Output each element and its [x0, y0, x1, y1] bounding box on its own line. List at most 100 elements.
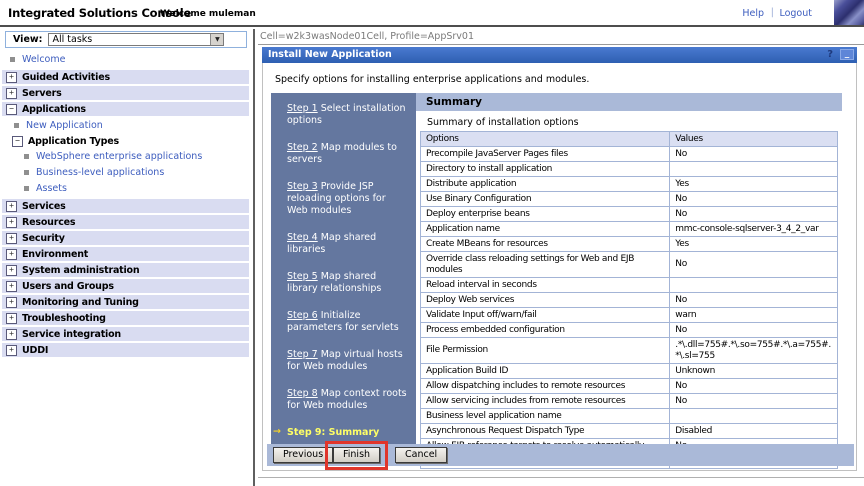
- value-cell: No: [670, 192, 838, 207]
- sidebar-section-service-integration[interactable]: + Service integration: [2, 327, 249, 341]
- chevron-down-icon[interactable]: ▼: [210, 34, 223, 45]
- sidebar-item-new-application[interactable]: New Application: [14, 120, 252, 131]
- sidebar-section-security[interactable]: +Security: [2, 231, 249, 245]
- cancel-button[interactable]: Cancel: [395, 447, 447, 463]
- expand-icon[interactable]: +: [6, 329, 17, 340]
- step-link[interactable]: Step 8: [287, 388, 318, 399]
- finish-button[interactable]: Finish: [333, 447, 380, 463]
- value-cell: warn: [670, 308, 838, 323]
- sidebar-item-label: WebSphere enterprise applications: [36, 151, 202, 162]
- sidebar-section-monitoring-and-tuning[interactable]: + Monitoring and Tuning: [2, 295, 249, 309]
- step-link[interactable]: Step 2: [287, 142, 318, 153]
- summary-row-application-name: Application namemmc-console-sqlserver-3_…: [421, 222, 838, 237]
- step-link[interactable]: Step 4: [287, 232, 318, 243]
- sidebar-section-environment[interactable]: +Environment: [2, 247, 249, 261]
- step-link[interactable]: Step 7: [287, 349, 318, 360]
- logout-link[interactable]: Logout: [779, 8, 812, 19]
- summary-row-deploy-web-services: Deploy Web servicesNo: [421, 293, 838, 308]
- wizard-footer-band: Previous Finish Cancel: [267, 444, 854, 466]
- expand-icon[interactable]: +: [6, 72, 17, 83]
- summary-subtitle: Summary of installation options: [427, 117, 579, 128]
- collapse-icon[interactable]: −: [12, 136, 23, 147]
- value-cell: Unknown: [670, 364, 838, 379]
- sidebar-item-websphere-enterprise-applications[interactable]: WebSphere enterprise applications: [24, 151, 252, 162]
- collapse-icon[interactable]: −: [6, 104, 17, 115]
- sidebar-section-guided-activities[interactable]: +Guided Activities: [2, 70, 249, 84]
- summary-row-reload-interval-in-seconds: Reload interval in seconds: [421, 278, 838, 293]
- sidebar-sections-bottom: + Services +Resources +Security +Environment…: [0, 199, 252, 357]
- summary-row-allow-servicing-includes-from-remote-resources: Allow servicing includes from remote res…: [421, 394, 838, 409]
- sidebar-section-services[interactable]: + Services: [2, 199, 249, 213]
- column-header-values: Values: [670, 132, 838, 147]
- value-cell: mmc-console-sqlserver-3_4_2_var: [670, 222, 838, 237]
- expand-icon[interactable]: +: [6, 265, 17, 276]
- summary-row-file-permission: File Permission.*\.dll=755#.*\.so=755#.*…: [421, 338, 838, 364]
- option-cell: Asynchronous Request Dispatch Type: [421, 424, 670, 439]
- summary-row-business-level-application-name: Business level application name: [421, 409, 838, 424]
- wizard-step-step-7[interactable]: Step 7 Map virtual hosts for Web modules: [287, 349, 407, 373]
- sidebar-section-system-administration[interactable]: +System administration: [2, 263, 249, 277]
- step-link[interactable]: Step 1: [287, 103, 318, 114]
- expand-icon[interactable]: +: [6, 217, 17, 228]
- expand-icon[interactable]: +: [6, 249, 17, 260]
- screen: Integrated Solutions Console Welcome mul…: [0, 0, 864, 486]
- expand-icon[interactable]: +: [6, 281, 17, 292]
- sidebar-section-troubleshooting[interactable]: + Troubleshooting: [2, 311, 249, 325]
- sidebar-item-label: New Application: [26, 120, 103, 131]
- sidebar-section-servers[interactable]: +Servers: [2, 86, 249, 100]
- value-cell: No: [670, 207, 838, 222]
- sidebar-item-business-level-applications[interactable]: Business-level applications: [24, 167, 252, 178]
- view-dropdown[interactable]: All tasks ▼: [48, 33, 224, 46]
- option-cell: Allow dispatching includes to remote res…: [421, 379, 670, 394]
- wizard-steps-panel: Step 1 Select installation options Step 2…: [271, 93, 416, 445]
- sidebar-item-assets[interactable]: Assets: [24, 183, 252, 194]
- sidebar-item-welcome[interactable]: Welcome: [10, 54, 252, 65]
- panel-minimize-icon[interactable]: _: [840, 49, 854, 60]
- sidebar-section-label: Troubleshooting: [22, 313, 106, 324]
- summary-row-precompile-javaserver-pages-files: Precompile JavaServer Pages filesNo: [421, 147, 838, 162]
- expand-icon[interactable]: +: [6, 88, 17, 99]
- sidebar-section-uddi[interactable]: +UDDI: [2, 343, 249, 357]
- value-cell: [670, 278, 838, 293]
- option-cell: Directory to install application: [421, 162, 670, 177]
- value-cell: .*\.dll=755#.*\.so=755#.*\.a=755#.*\.sl=…: [670, 338, 838, 364]
- ibm-banner-graphic: [834, 0, 864, 25]
- summary-row-deploy-enterprise-beans: Deploy enterprise beansNo: [421, 207, 838, 222]
- option-cell: Deploy enterprise beans: [421, 207, 670, 222]
- sidebar-subsection-application-types[interactable]: − Application Types: [12, 136, 252, 147]
- sidebar-section-label: Service integration: [22, 329, 121, 340]
- value-cell: [670, 162, 838, 177]
- expand-icon[interactable]: +: [6, 313, 17, 324]
- wizard-step-step-3[interactable]: Step 3 Provide JSP reloading options for…: [287, 181, 407, 217]
- expand-icon[interactable]: +: [6, 201, 17, 212]
- wizard-step-step-2[interactable]: Step 2 Map modules to servers: [287, 142, 407, 166]
- option-cell: File Permission: [421, 338, 670, 364]
- sidebar-item-label: Assets: [36, 183, 67, 194]
- wizard-step-step-5[interactable]: Step 5 Map shared library relationships: [287, 271, 407, 295]
- help-link[interactable]: Help: [742, 8, 764, 19]
- sidebar-section-users-and-groups[interactable]: +Users and Groups: [2, 279, 249, 293]
- sidebar-section-label: Monitoring and Tuning: [22, 297, 139, 308]
- sidebar-section-applications[interactable]: − Applications: [2, 102, 249, 116]
- step-link[interactable]: Step 3: [287, 181, 318, 192]
- current-step-arrow-icon: →: [273, 426, 281, 438]
- value-cell: No: [670, 147, 838, 162]
- summary-title: Summary: [426, 96, 482, 108]
- expand-icon[interactable]: +: [6, 297, 17, 308]
- bullet-square-icon: [24, 170, 29, 175]
- wizard-step-step-4[interactable]: Step 4 Map shared libraries: [287, 232, 407, 256]
- install-wizard-panel: Install New Application ? _ Specify opti…: [262, 47, 857, 471]
- sidebar-subsection-label: Application Types: [28, 136, 119, 147]
- value-cell: No: [670, 293, 838, 308]
- sidebar-section-label: Services: [22, 201, 66, 212]
- wizard-step-step-8[interactable]: Step 8 Map context roots for Web modules: [287, 388, 407, 412]
- step-link[interactable]: Step 6: [287, 310, 318, 321]
- panel-help-icon[interactable]: ?: [827, 47, 833, 63]
- wizard-step-step-1[interactable]: Step 1 Select installation options: [287, 103, 407, 127]
- wizard-step-step-6[interactable]: Step 6 Initialize parameters for servlet…: [287, 310, 407, 334]
- expand-icon[interactable]: +: [6, 233, 17, 244]
- expand-icon[interactable]: +: [6, 345, 17, 356]
- summary-row-create-mbeans-for-resources: Create MBeans for resourcesYes: [421, 237, 838, 252]
- sidebar-section-resources[interactable]: +Resources: [2, 215, 249, 229]
- step-link[interactable]: Step 5: [287, 271, 318, 282]
